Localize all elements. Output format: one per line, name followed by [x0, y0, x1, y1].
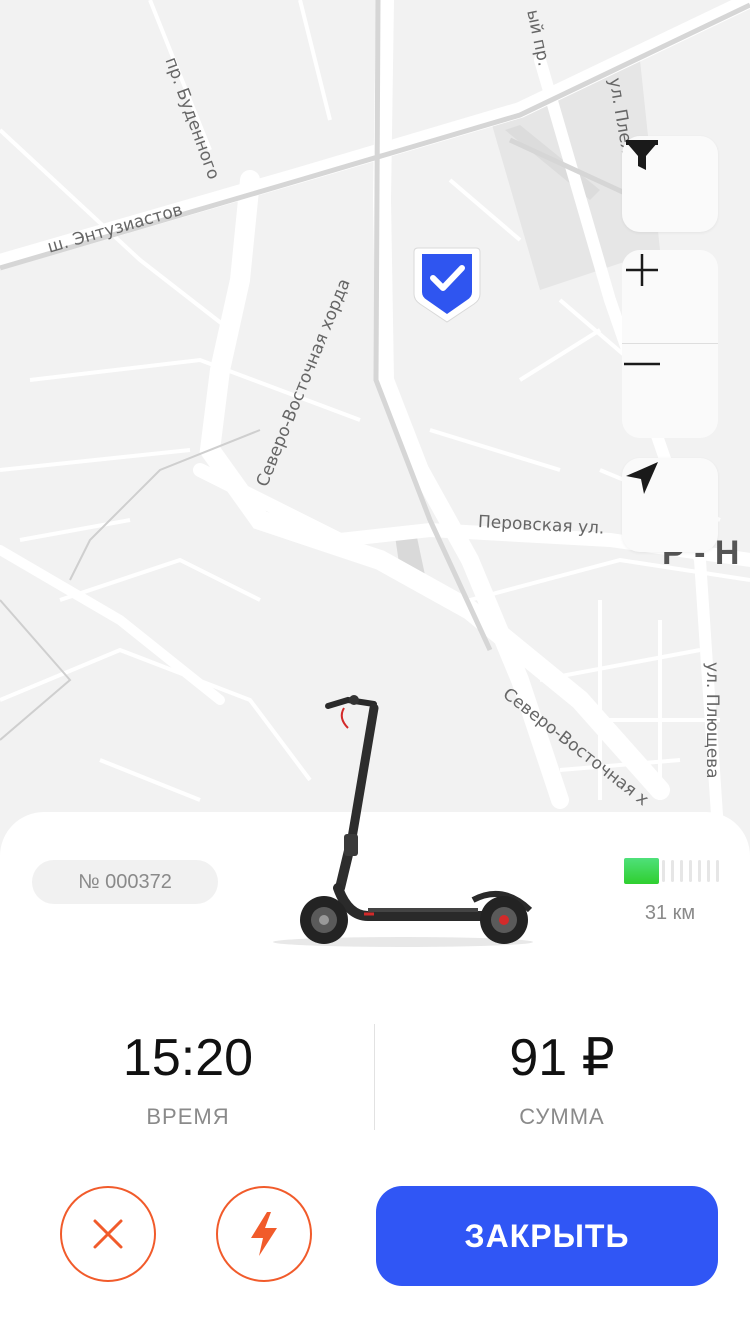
scooter-number-badge: № 000372 — [32, 860, 218, 904]
filter-icon — [626, 140, 658, 170]
navigation-arrow-icon — [626, 462, 658, 494]
parking-check-shield-icon — [413, 247, 481, 323]
parking-marker[interactable] — [412, 244, 482, 326]
battery-segment — [716, 860, 719, 882]
zoom-control — [622, 250, 718, 438]
sum-value: 91 ₽ — [509, 1029, 615, 1087]
close-icon — [93, 1219, 123, 1249]
close-ride-button[interactable]: ЗАКРЫТЬ — [376, 1186, 718, 1286]
time-value: 15:20 — [122, 1029, 254, 1087]
battery-segment — [680, 860, 683, 882]
battery-segment — [689, 860, 692, 882]
lightning-icon — [251, 1212, 277, 1256]
zoom-out-button[interactable] — [622, 344, 718, 437]
battery-segment — [662, 860, 665, 882]
battery-segment — [707, 860, 710, 882]
minus-icon — [624, 362, 660, 366]
locate-button[interactable] — [622, 458, 718, 552]
cancel-button[interactable] — [60, 1186, 156, 1282]
scooter-image — [273, 695, 533, 947]
battery-fill — [624, 858, 659, 884]
boost-button[interactable] — [216, 1186, 312, 1282]
plus-icon — [626, 254, 658, 286]
stats-divider — [374, 1024, 375, 1130]
filter-button[interactable] — [622, 136, 718, 232]
battery-indicator — [624, 858, 720, 884]
battery-segment — [671, 860, 674, 882]
street-label-plyushcheva: ул. Плющева — [702, 662, 722, 779]
range-label: 31 км — [644, 902, 696, 924]
sum-label: СУММА — [519, 1104, 605, 1129]
time-label: ВРЕМЯ — [146, 1104, 230, 1129]
zoom-in-button[interactable] — [622, 250, 718, 343]
battery-segment — [698, 860, 701, 882]
